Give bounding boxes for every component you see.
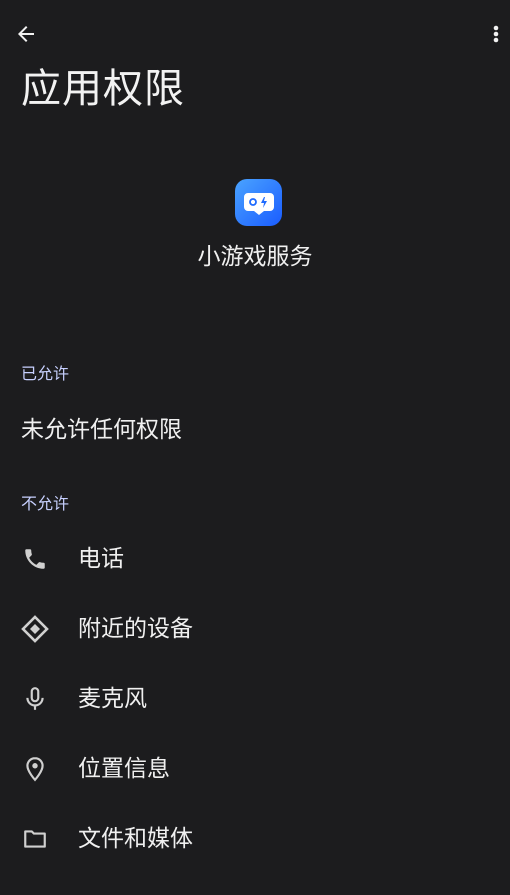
permission-label: 电话: [78, 546, 124, 572]
top-app-bar: [0, 0, 510, 66]
section-label-denied: 不允许: [21, 494, 70, 513]
location-pin-icon: [21, 755, 49, 783]
permission-item-nearby-devices[interactable]: 附近的设备: [0, 599, 510, 659]
permission-label: 位置信息: [78, 756, 170, 782]
microphone-icon: [21, 685, 49, 713]
permission-item-files-media[interactable]: 文件和媒体: [0, 809, 510, 869]
permission-label: 文件和媒体: [78, 826, 193, 852]
app-name: 小游戏服务: [197, 244, 313, 270]
nearby-devices-icon: [21, 615, 49, 643]
section-label-allowed: 已允许: [21, 364, 70, 383]
arrow-left-icon: [18, 26, 34, 42]
back-button[interactable]: [10, 18, 42, 50]
permission-item-phone[interactable]: 电话: [0, 529, 510, 589]
permission-label: 麦克风: [78, 686, 147, 712]
page-title: 应用权限: [21, 66, 185, 112]
more-vertical-icon: [493, 25, 499, 43]
app-icon: [235, 179, 282, 226]
more-options-button[interactable]: [484, 18, 508, 50]
permission-item-location[interactable]: 位置信息: [0, 739, 510, 799]
phone-icon: [21, 545, 49, 573]
no-permissions-text: 未允许任何权限: [21, 417, 182, 443]
permission-label: 附近的设备: [78, 616, 193, 642]
gamepad-icon: [243, 192, 274, 215]
permission-item-microphone[interactable]: 麦克风: [0, 669, 510, 729]
folder-icon: [21, 825, 49, 853]
